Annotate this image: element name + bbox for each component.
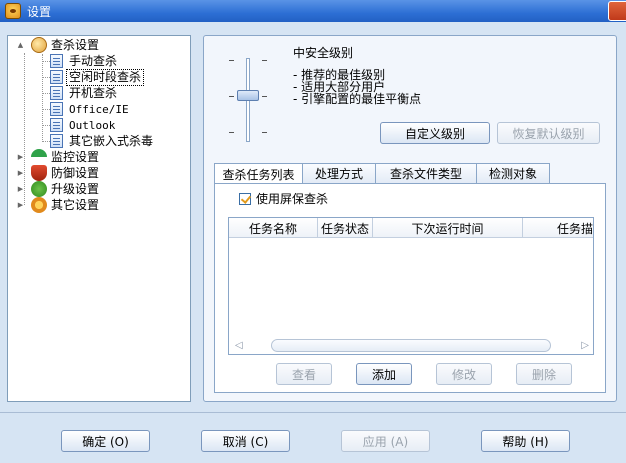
tab-scan-file-types[interactable]: 查杀文件类型: [375, 163, 477, 183]
slider-tick: [229, 60, 234, 61]
edit-task-button[interactable]: 修改: [436, 363, 492, 385]
document-icon: [50, 102, 63, 116]
upgrade-icon: [31, 181, 47, 197]
restore-default-level-button[interactable]: 恢复默认级别: [497, 122, 600, 144]
tree-connector: [42, 109, 50, 110]
tree-item-boot-scan[interactable]: 开机查杀: [50, 85, 119, 101]
slider-tick: [262, 132, 267, 133]
column-header[interactable]: 下次运行时间: [373, 218, 523, 238]
task-list[interactable]: 任务名称 任务状态 下次运行时间 任务描 ◁ ▷: [228, 217, 594, 355]
tree-label: Office/IE: [69, 102, 129, 116]
tree-item-upgrade-settings[interactable]: ▶ 升级设置: [16, 181, 101, 197]
tree-item-outlook[interactable]: Outlook: [50, 117, 117, 133]
umbrella-icon: [31, 149, 47, 165]
level-desc-line: - 引擎配置的最佳平衡点: [293, 92, 422, 106]
column-header[interactable]: 任务状态: [318, 218, 373, 238]
scroll-left-icon[interactable]: ◁: [235, 340, 243, 351]
slider-tick: [229, 96, 234, 97]
tree-connector: [42, 141, 50, 142]
security-level-description: - 推荐的最佳级别 - 适用大部分用户 - 引擎配置的最佳平衡点: [293, 69, 421, 105]
settings-tree: ▲ 查杀设置 手动查杀 空闲时段查杀 开机查杀 Office/IE Outloo…: [7, 35, 191, 402]
slider-thumb[interactable]: [237, 90, 259, 101]
expand-icon[interactable]: ▶: [16, 201, 25, 210]
tab-content: 使用屏保查杀 任务名称 任务状态 下次运行时间 任务描 ◁ ▷ 查看 添加 修改…: [214, 183, 606, 393]
custom-level-button[interactable]: 自定义级别: [380, 122, 490, 144]
tab-detection-targets[interactable]: 检测对象: [476, 163, 550, 183]
tree-label: 防御设置: [51, 165, 100, 180]
expand-icon[interactable]: ▶: [16, 169, 25, 178]
tree-connector: [42, 61, 50, 62]
tree-label: 查杀设置: [51, 37, 100, 52]
ok-button[interactable]: 确定 (O): [61, 430, 150, 452]
tree-item-defense-settings[interactable]: ▶ 防御设置: [16, 165, 101, 181]
tree-item-embedded-scan[interactable]: 其它嵌入式杀毒: [50, 133, 155, 149]
tree-connector: [42, 54, 43, 142]
view-task-button[interactable]: 查看: [276, 363, 332, 385]
tab-bar: 查杀任务列表 处理方式 查杀文件类型 检测对象: [214, 163, 550, 184]
tree-label: 监控设置: [51, 149, 100, 164]
tree-item-manual-scan[interactable]: 手动查杀: [50, 53, 119, 69]
window-title: 设置: [27, 4, 52, 19]
app-logo-icon: [5, 3, 21, 19]
footer-divider: [0, 412, 626, 413]
screensaver-scan-label: 使用屏保查杀: [256, 192, 329, 206]
tree-item-other-settings[interactable]: ▶ 其它设置: [16, 197, 101, 213]
document-icon: [50, 70, 63, 84]
document-icon: [50, 134, 63, 148]
slider-tick: [262, 60, 267, 61]
tree-item-scan-settings[interactable]: ▲ 查杀设置: [16, 37, 101, 53]
document-icon: [50, 86, 63, 100]
tree-connector: [42, 93, 50, 94]
tree-label: 开机查杀: [69, 85, 118, 100]
close-button[interactable]: [608, 1, 626, 21]
screensaver-scan-checkbox[interactable]: [239, 192, 251, 205]
gear-icon: [31, 197, 47, 213]
tree-connector: [42, 77, 50, 78]
security-level-title: 中安全级别: [293, 46, 354, 60]
column-header[interactable]: 任务描: [523, 218, 593, 238]
tree-item-office-ie[interactable]: Office/IE: [50, 101, 131, 117]
apply-button[interactable]: 应用 (A): [341, 430, 430, 452]
scrollbar-thumb[interactable]: [271, 339, 551, 352]
collapse-icon[interactable]: ▲: [16, 41, 25, 50]
task-list-header: 任务名称 任务状态 下次运行时间 任务描: [229, 218, 593, 238]
column-header[interactable]: 任务名称: [229, 218, 318, 238]
screensaver-scan-option[interactable]: 使用屏保查杀: [239, 190, 328, 207]
tab-handling-method[interactable]: 处理方式: [302, 163, 376, 183]
document-icon: [50, 118, 63, 132]
tree-label: 其它嵌入式杀毒: [69, 133, 154, 148]
expand-icon[interactable]: ▶: [16, 185, 25, 194]
scroll-right-icon[interactable]: ▷: [581, 340, 589, 351]
tree-label: 升级设置: [51, 181, 100, 196]
tree-label: Outlook: [69, 118, 116, 132]
settings-panel: 中安全级别 - 推荐的最佳级别 - 适用大部分用户 - 引擎配置的最佳平衡点 自…: [203, 35, 617, 402]
cancel-button[interactable]: 取消 (C): [201, 430, 290, 452]
tree-item-idle-scan[interactable]: 空闲时段查杀: [50, 68, 145, 86]
add-task-button[interactable]: 添加: [356, 363, 412, 385]
tab-scan-task-list[interactable]: 查杀任务列表: [214, 163, 303, 184]
help-button[interactable]: 帮助 (H): [481, 430, 570, 452]
slider-tick: [262, 96, 267, 97]
document-icon: [50, 54, 63, 68]
tree-label: 其它设置: [51, 197, 100, 212]
expand-icon[interactable]: ▶: [16, 153, 25, 162]
slider-tick: [229, 132, 234, 133]
shield-icon: [31, 165, 47, 181]
horizontal-scrollbar[interactable]: ◁ ▷: [229, 337, 593, 354]
delete-task-button[interactable]: 删除: [516, 363, 572, 385]
tree-item-monitor-settings[interactable]: ▶ 监控设置: [16, 149, 101, 165]
tree-label: 手动查杀: [69, 53, 118, 68]
tree-connector: [42, 125, 50, 126]
scan-icon: [31, 37, 47, 53]
tree-label: 空闲时段查杀: [65, 68, 145, 86]
title-bar: 设置: [0, 0, 626, 22]
